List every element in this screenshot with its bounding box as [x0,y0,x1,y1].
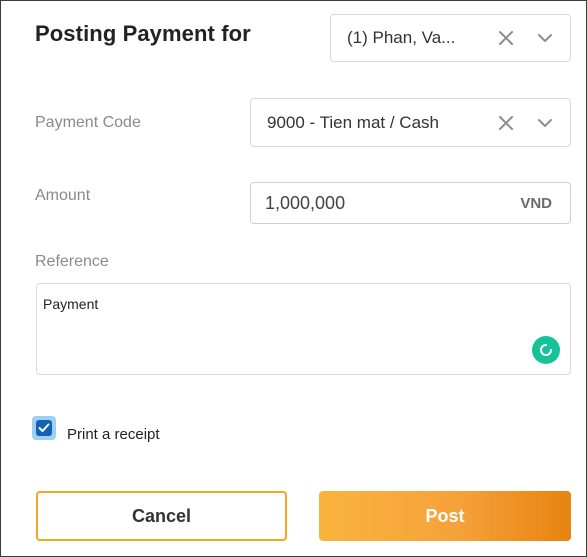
payment-code-label: Payment Code [35,114,141,131]
amount-value: 1,000,000 [265,192,346,213]
payment-code-value: 9000 - Tien mat / Cash [267,112,439,132]
currency-unit: VND [520,194,552,212]
chevron-down-icon[interactable] [526,15,564,61]
grammarly-icon[interactable] [532,336,560,364]
dialog-title: Posting Payment for [35,21,251,46]
amount-input[interactable]: 1,000,000 VND [250,182,571,224]
post-button[interactable]: Post [319,491,571,541]
chevron-down-icon[interactable] [526,99,564,146]
print-receipt-checkbox[interactable] [32,416,56,440]
cancel-button[interactable]: Cancel [36,491,287,541]
reference-value: Payment [43,296,99,312]
patient-select-value: (1) Phan, Va... [347,28,456,47]
patient-select[interactable]: (1) Phan, Va... [330,14,571,62]
print-receipt-label[interactable]: Print a receipt [67,426,160,443]
reference-label: Reference [35,253,109,270]
payment-code-select[interactable]: 9000 - Tien mat / Cash [250,98,571,147]
clear-icon[interactable] [486,15,526,61]
checkmark-icon [36,420,52,436]
reference-textarea[interactable]: Payment [36,283,571,375]
clear-icon[interactable] [486,99,526,146]
posting-payment-dialog: Posting Payment for (1) Phan, Va... Paym… [0,0,587,557]
amount-label: Amount [35,187,91,204]
